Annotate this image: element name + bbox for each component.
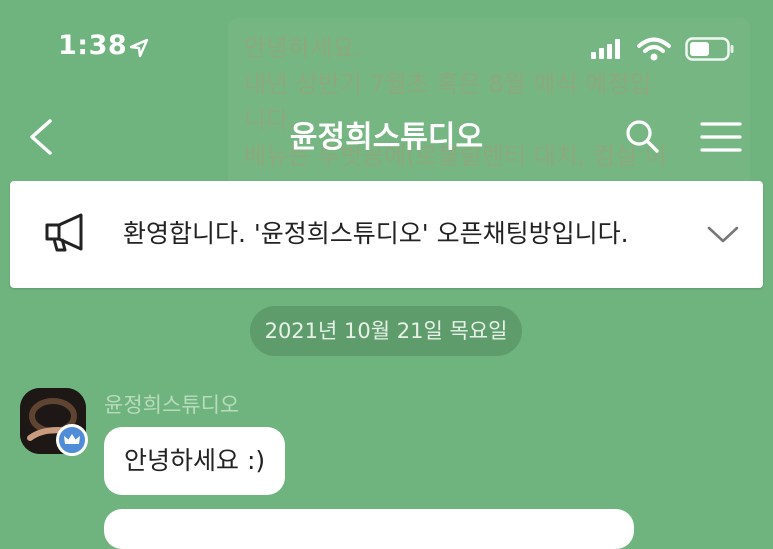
crown-icon (64, 434, 80, 444)
menu-icon[interactable] (700, 121, 742, 153)
megaphone-icon (45, 213, 83, 252)
notice-banner[interactable]: 환영합니다. '윤정희스튜디오' 오픈채팅방입니다. (10, 181, 763, 288)
battery-icon (685, 37, 734, 61)
search-icon[interactable] (624, 118, 660, 154)
message-bubble[interactable]: 안녕하세요 :) (104, 427, 286, 495)
signal-icon (591, 39, 620, 59)
wifi-icon (637, 37, 671, 61)
location-arrow-icon (129, 38, 149, 58)
chevron-down-icon[interactable] (706, 224, 740, 244)
crown-badge (56, 424, 88, 456)
date-divider: 2021년 10월 21일 목요일 (250, 306, 522, 356)
status-time: 1:38 (58, 30, 128, 61)
preview-line: 내년 상반기 7월초 혹은 8월 예식 예정입 (244, 70, 652, 98)
notice-text: 환영합니다. '윤정희스튜디오' 오픈채팅방입니다. (123, 219, 629, 248)
status-icons (591, 37, 735, 61)
message-bubble-partial[interactable] (104, 509, 634, 549)
message-sender: 윤정희스튜디오 (104, 393, 240, 417)
